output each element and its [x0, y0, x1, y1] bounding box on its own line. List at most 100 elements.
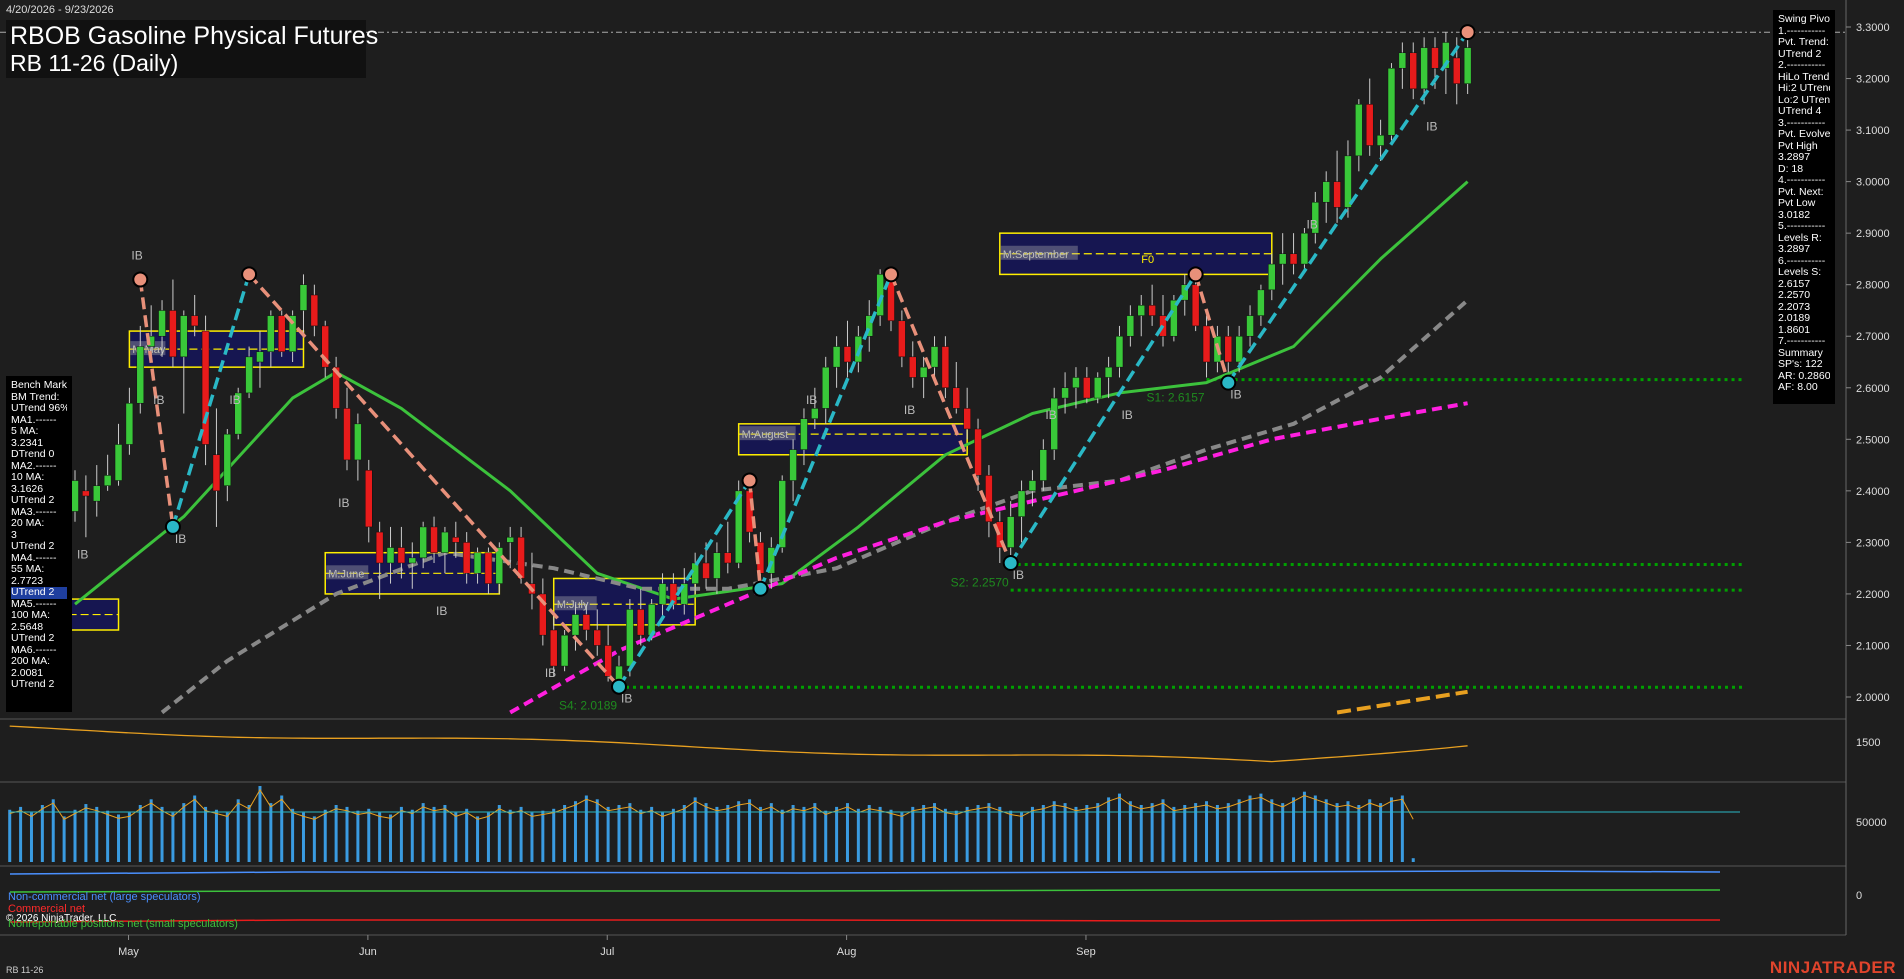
swing-pivots-line: Pvt High — [1778, 140, 1818, 152]
candle-body — [974, 428, 982, 476]
swing-pivots-line: Pvt. Trend: — [1778, 37, 1829, 48]
pivot-high-marker — [132, 271, 149, 288]
volume-bar — [758, 806, 762, 862]
cot-noncommercial-line — [9, 870, 1721, 875]
ib-label: IB — [1426, 120, 1437, 134]
bench-marks-line: 2.0081 — [11, 667, 44, 679]
pivot-low-marker — [752, 580, 769, 597]
volume-bar — [508, 809, 512, 862]
candle-body — [180, 315, 188, 358]
volume-bar — [236, 799, 240, 862]
candle-body — [484, 552, 493, 584]
swing-pivots-panel: Swing Pivots 1.-----------Pvt. Trend:UTr… — [1773, 10, 1835, 404]
volume-bar — [737, 801, 741, 862]
swing-pivots-line: 2.0189 — [1778, 313, 1811, 324]
bench-marks-line: UTrend 2 — [11, 587, 67, 599]
volume-bar — [682, 805, 686, 862]
swing-pivots-line: 7.----------- — [1778, 336, 1826, 347]
bench-marks-line: DTrend 0 — [11, 449, 55, 460]
candle-body — [582, 614, 591, 631]
candle-body — [441, 531, 449, 553]
candle-body — [212, 454, 221, 492]
ib-label: IB — [175, 532, 186, 546]
ninjatrader-logo: NINJATRADER — [1769, 958, 1896, 977]
price-tick-label: 2.5000 — [1856, 434, 1890, 446]
candle-body — [952, 387, 961, 409]
swing-line — [1009, 273, 1198, 564]
swing-pivots-line: 3.2897 — [1778, 152, 1811, 163]
candle-body — [495, 547, 504, 584]
zone-label-bg — [739, 426, 796, 441]
open-interest-line — [9, 725, 1468, 763]
volume-bar — [1324, 799, 1328, 862]
volume-bar — [998, 806, 1002, 862]
candle-body — [1006, 516, 1015, 548]
bench-marks-line: MA3.------ — [11, 506, 57, 518]
volume-bar — [291, 808, 295, 862]
bench-marks-line: MA1.------ — [11, 414, 57, 426]
volume-bar — [73, 809, 77, 862]
candle-body — [1039, 449, 1048, 481]
volume-bar — [530, 812, 534, 862]
volume-bar — [1139, 805, 1143, 862]
volume-bar — [552, 808, 556, 862]
bench-marks-line: MA5.------ — [11, 598, 57, 610]
bench-marks-line: 55 MA: — [11, 564, 45, 575]
volume-bar — [138, 805, 142, 862]
zone-label-bg — [1000, 245, 1078, 260]
ma-line — [1336, 689, 1468, 715]
volume-bar — [334, 805, 338, 862]
volume-bar — [1400, 795, 1404, 862]
price-tick-label: 2.1000 — [1856, 640, 1890, 652]
volume-bar — [149, 799, 153, 862]
volume-bar — [856, 808, 860, 862]
swing-line — [1193, 273, 1230, 384]
volume-bar — [748, 799, 752, 862]
candle-body — [1322, 181, 1330, 203]
cot-commercial-line — [9, 919, 1720, 923]
candle-body — [1191, 284, 1200, 327]
swing-pivots-line: HiLo Trend: — [1778, 71, 1830, 83]
volume-bar — [399, 806, 403, 862]
ma-line — [509, 401, 1468, 715]
volume-bar — [1020, 812, 1024, 862]
pivot-high-marker — [1459, 24, 1476, 41]
price-tick-label: 2.7000 — [1856, 331, 1890, 343]
candle-body — [898, 320, 906, 358]
volume-bar — [1107, 797, 1111, 862]
volume-bar — [312, 816, 316, 862]
title-box: RBOB Gasoline Physical Futures RB 11-26 … — [6, 20, 378, 78]
candle-body — [1083, 377, 1091, 399]
ib-label: IB — [77, 547, 88, 561]
bench-marks-line: 100 MA: — [11, 610, 51, 621]
volume-bar — [225, 812, 229, 862]
open-interest-axis-label: 1500 — [1856, 737, 1880, 749]
bench-marks-line: UTrend 96% — [11, 403, 67, 414]
chart-subtitle: RB 11-26 (Daily) — [10, 50, 179, 76]
candle-body — [223, 433, 232, 486]
candle-body — [1126, 315, 1135, 337]
date-range: 4/20/2026 - 9/23/2026 — [6, 4, 114, 16]
candle-body — [93, 485, 101, 502]
candle-body — [843, 346, 852, 363]
ib-label: IB — [153, 393, 164, 407]
footer-instrument: RB 11-26 — [6, 965, 44, 975]
volume-bar — [1030, 806, 1034, 862]
volume-bar — [976, 805, 980, 862]
volume-bar — [1128, 801, 1132, 862]
candle-body — [560, 634, 569, 667]
swing-pivots-line: Lo:2 UTrend — [1778, 94, 1830, 106]
candle-body — [1376, 134, 1385, 146]
candle-body — [310, 294, 319, 327]
candle-body — [909, 356, 917, 378]
candle-body — [702, 562, 710, 579]
price-tick-label: 2.3000 — [1856, 537, 1890, 549]
swing-pivots-line: Pvt. Next: — [1778, 186, 1824, 198]
candle-body — [419, 526, 427, 559]
bench-marks-line: MA6.------ — [11, 644, 57, 656]
swing-pivots-line: 2.2073 — [1778, 301, 1811, 313]
ib-label: IB — [1045, 408, 1056, 422]
bench-marks-title: Bench Marks — [11, 380, 67, 391]
candle-body — [1344, 155, 1352, 208]
candle-body — [1246, 315, 1254, 337]
